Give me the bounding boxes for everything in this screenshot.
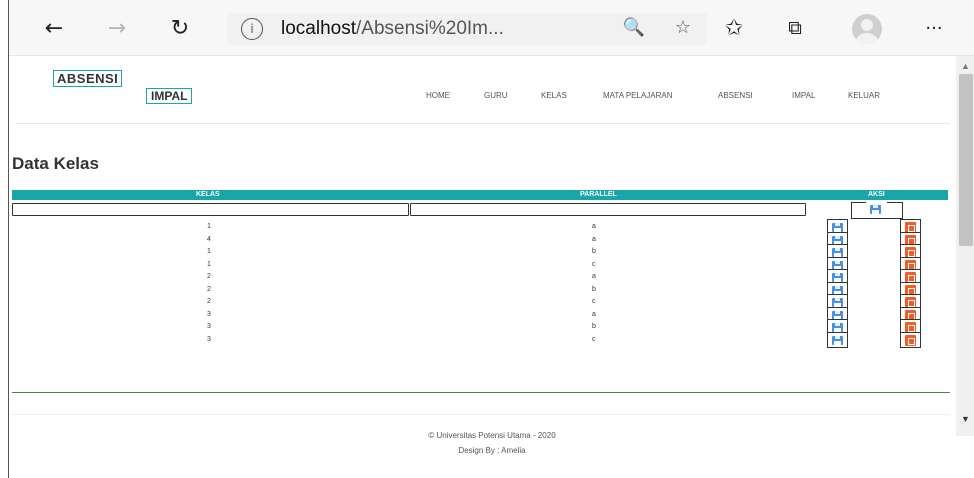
- cell-kelas: 3: [207, 323, 211, 330]
- address-bar[interactable]: i localhost/Absensi%20Im... 🔍 ☆: [227, 13, 707, 45]
- footer-divider: [12, 414, 950, 415]
- browser-window: ← → ↻ i localhost/Absensi%20Im... 🔍 ☆ ✩ …: [8, 0, 974, 478]
- favorites-icon[interactable]: ✩: [719, 13, 749, 43]
- save-icon: [832, 335, 843, 345]
- collections-icon[interactable]: ⧉: [780, 13, 810, 43]
- cell-kelas: 2: [207, 298, 211, 305]
- zoom-icon[interactable]: 🔍: [623, 17, 645, 38]
- logo-absensi[interactable]: ABSENSI: [53, 70, 123, 87]
- more-icon[interactable]: ···: [919, 13, 949, 43]
- save-icon: [866, 202, 887, 218]
- nav-absensi[interactable]: ABSENSI: [718, 91, 753, 100]
- nav-keluar[interactable]: KELUAR: [848, 91, 880, 100]
- filter-kelas-input[interactable]: [12, 203, 409, 216]
- header-divider: [15, 123, 950, 124]
- browser-toolbar: ← → ↻ i localhost/Absensi%20Im... 🔍 ☆ ✩ …: [9, 0, 974, 56]
- cell-kelas: 1: [207, 223, 211, 230]
- cell-kelas: 3: [207, 335, 211, 343]
- cell-parallel: a: [592, 235, 596, 243]
- cell-kelas: 2: [207, 285, 211, 293]
- cell-parallel: c: [592, 260, 596, 268]
- refresh-icon[interactable]: ↻: [165, 13, 195, 43]
- cell-parallel: c: [592, 335, 596, 343]
- header-parallel: PARALLEL: [580, 191, 617, 198]
- content-divider: [12, 392, 950, 393]
- cell-kelas: 1: [207, 260, 211, 268]
- cell-parallel: b: [592, 323, 596, 330]
- url-host: localhost: [281, 18, 356, 39]
- back-icon[interactable]: ←: [39, 13, 69, 43]
- scroll-thumb[interactable]: [959, 74, 973, 246]
- trash-icon: [905, 334, 916, 346]
- cell-kelas: 2: [207, 273, 211, 280]
- url-path: /Absensi%20Im...: [356, 18, 504, 39]
- forward-icon[interactable]: →: [102, 13, 132, 43]
- header-aksi: AKSI: [868, 191, 885, 198]
- nav-guru[interactable]: GURU: [484, 91, 508, 100]
- nav-mata-pelajaran[interactable]: MATA PELAJARAN: [603, 91, 673, 100]
- nav-home[interactable]: HOME: [426, 91, 450, 100]
- footer-copyright: © Universitas Potensi Utama - 2020: [428, 431, 556, 440]
- cell-kelas: 1: [207, 248, 211, 255]
- scroll-down-icon[interactable]: ▼: [961, 414, 970, 424]
- header-kelas: KELAS: [196, 191, 220, 198]
- add-favorite-icon[interactable]: ☆: [675, 17, 691, 38]
- filter-parallel-input[interactable]: [410, 203, 806, 216]
- vertical-scrollbar[interactable]: ▲ ▼: [956, 56, 974, 436]
- edit-button[interactable]: [827, 331, 848, 348]
- footer-design-by: Design By : Amelia: [458, 446, 526, 455]
- page-title: Data Kelas: [12, 154, 99, 173]
- cell-parallel: a: [592, 310, 596, 318]
- delete-button[interactable]: [900, 331, 921, 348]
- cell-parallel: c: [592, 298, 596, 305]
- cell-parallel: b: [592, 285, 596, 293]
- add-button[interactable]: [851, 202, 903, 219]
- cell-parallel: a: [592, 223, 596, 230]
- nav-impal[interactable]: IMPAL: [792, 91, 815, 100]
- page-viewport: ABSENSI IMPAL HOME GURU KELAS MATA PELAJ…: [9, 56, 956, 478]
- nav-kelas[interactable]: KELAS: [541, 91, 567, 100]
- url-text[interactable]: localhost/Absensi%20Im...: [281, 18, 504, 40]
- logo-impal[interactable]: IMPAL: [146, 88, 193, 104]
- cell-kelas: 3: [207, 310, 211, 318]
- table-header: KELAS PARALLEL AKSI: [12, 190, 948, 200]
- cell-parallel: b: [592, 248, 596, 255]
- profile-icon[interactable]: [852, 14, 882, 44]
- info-icon[interactable]: i: [241, 18, 263, 40]
- cell-kelas: 4: [207, 235, 211, 243]
- scroll-up-icon[interactable]: ▲: [961, 61, 970, 71]
- cell-parallel: a: [592, 273, 596, 280]
